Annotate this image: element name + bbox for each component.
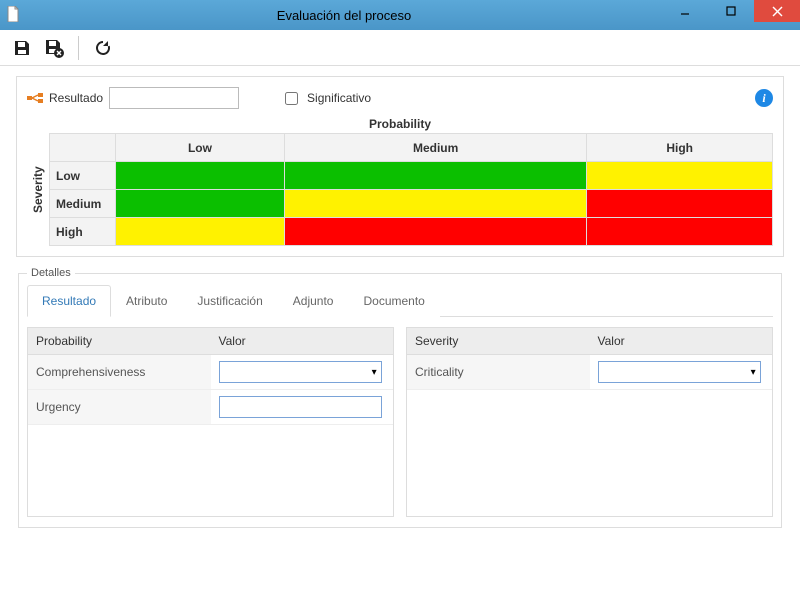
matrix-cell[interactable]: [587, 162, 773, 190]
matrix-row-medium: Medium: [50, 190, 116, 218]
result-input[interactable]: [109, 87, 239, 109]
sev-col2: Valor: [590, 328, 773, 355]
matrix-x-title: Probability: [27, 117, 773, 131]
maximize-button[interactable]: [708, 0, 754, 22]
info-icon[interactable]: i: [755, 89, 773, 107]
tab-adjunto[interactable]: Adjunto: [278, 285, 349, 317]
matrix-cell[interactable]: [284, 218, 586, 246]
matrix-corner: [50, 134, 116, 162]
result-label: Resultado: [49, 91, 103, 105]
minimize-button[interactable]: [662, 0, 708, 22]
matrix-cell[interactable]: [284, 162, 586, 190]
prob-text-input[interactable]: [219, 396, 382, 418]
save-button[interactable]: [8, 34, 36, 62]
matrix-panel: Resultado Significativo i Probability Se…: [16, 76, 784, 257]
matrix-cell[interactable]: [116, 218, 285, 246]
toolbar: [0, 30, 800, 66]
matrix-cell[interactable]: [284, 190, 586, 218]
document-icon: [6, 6, 26, 25]
severity-grid: Severity Valor Criticality: [406, 327, 773, 517]
details-fieldset: Detalles Resultado Atributo Justificació…: [18, 267, 782, 528]
sev-row-label: Criticality: [407, 355, 590, 390]
content-area: Resultado Significativo i Probability Se…: [0, 66, 800, 538]
close-button[interactable]: [754, 0, 800, 22]
prob-row-label: Comprehensiveness: [28, 355, 211, 390]
save-clear-button[interactable]: [40, 34, 68, 62]
tabs: Resultado Atributo Justificación Adjunto…: [27, 285, 773, 317]
matrix-cell[interactable]: [116, 190, 285, 218]
tab-documento[interactable]: Documento: [348, 285, 439, 317]
matrix-wrap: Severity Low Medium High LowMediumHigh: [27, 133, 773, 246]
matrix-row-low: Low: [50, 162, 116, 190]
prob-col1: Probability: [28, 328, 211, 355]
significant-checkbox[interactable]: [285, 92, 298, 105]
matrix-cell[interactable]: [116, 162, 285, 190]
matrix-col-medium: Medium: [284, 134, 586, 162]
significant-group: Significativo: [281, 89, 371, 108]
refresh-button[interactable]: [89, 34, 117, 62]
risk-matrix: Low Medium High LowMediumHigh: [49, 133, 773, 246]
prob-col2: Valor: [211, 328, 394, 355]
window-controls: [662, 0, 800, 30]
result-icon: [27, 91, 43, 105]
matrix-y-title: Severity: [27, 133, 49, 246]
matrix-row-high: High: [50, 218, 116, 246]
tab-atributo[interactable]: Atributo: [111, 285, 182, 317]
matrix-col-low: Low: [116, 134, 285, 162]
tab-justificacion[interactable]: Justificación: [182, 285, 277, 317]
prob-row-label: Urgency: [28, 390, 211, 425]
sev-col1: Severity: [407, 328, 590, 355]
significant-label: Significativo: [307, 91, 371, 105]
tabpane-resultado: Probability Valor ComprehensivenessUrgen…: [27, 327, 773, 517]
header-row: Resultado Significativo i: [27, 87, 773, 109]
matrix-cell[interactable]: [587, 190, 773, 218]
matrix-cell[interactable]: [587, 218, 773, 246]
tab-resultado[interactable]: Resultado: [27, 285, 111, 317]
toolbar-separator: [78, 36, 79, 60]
matrix-col-high: High: [587, 134, 773, 162]
probability-grid: Probability Valor ComprehensivenessUrgen…: [27, 327, 394, 517]
window-titlebar: Evaluación del proceso: [0, 0, 800, 30]
prob-combo[interactable]: [219, 361, 382, 383]
details-legend: Detalles: [27, 267, 75, 279]
window-title: Evaluación del proceso: [26, 8, 662, 23]
sev-combo[interactable]: [598, 361, 761, 383]
